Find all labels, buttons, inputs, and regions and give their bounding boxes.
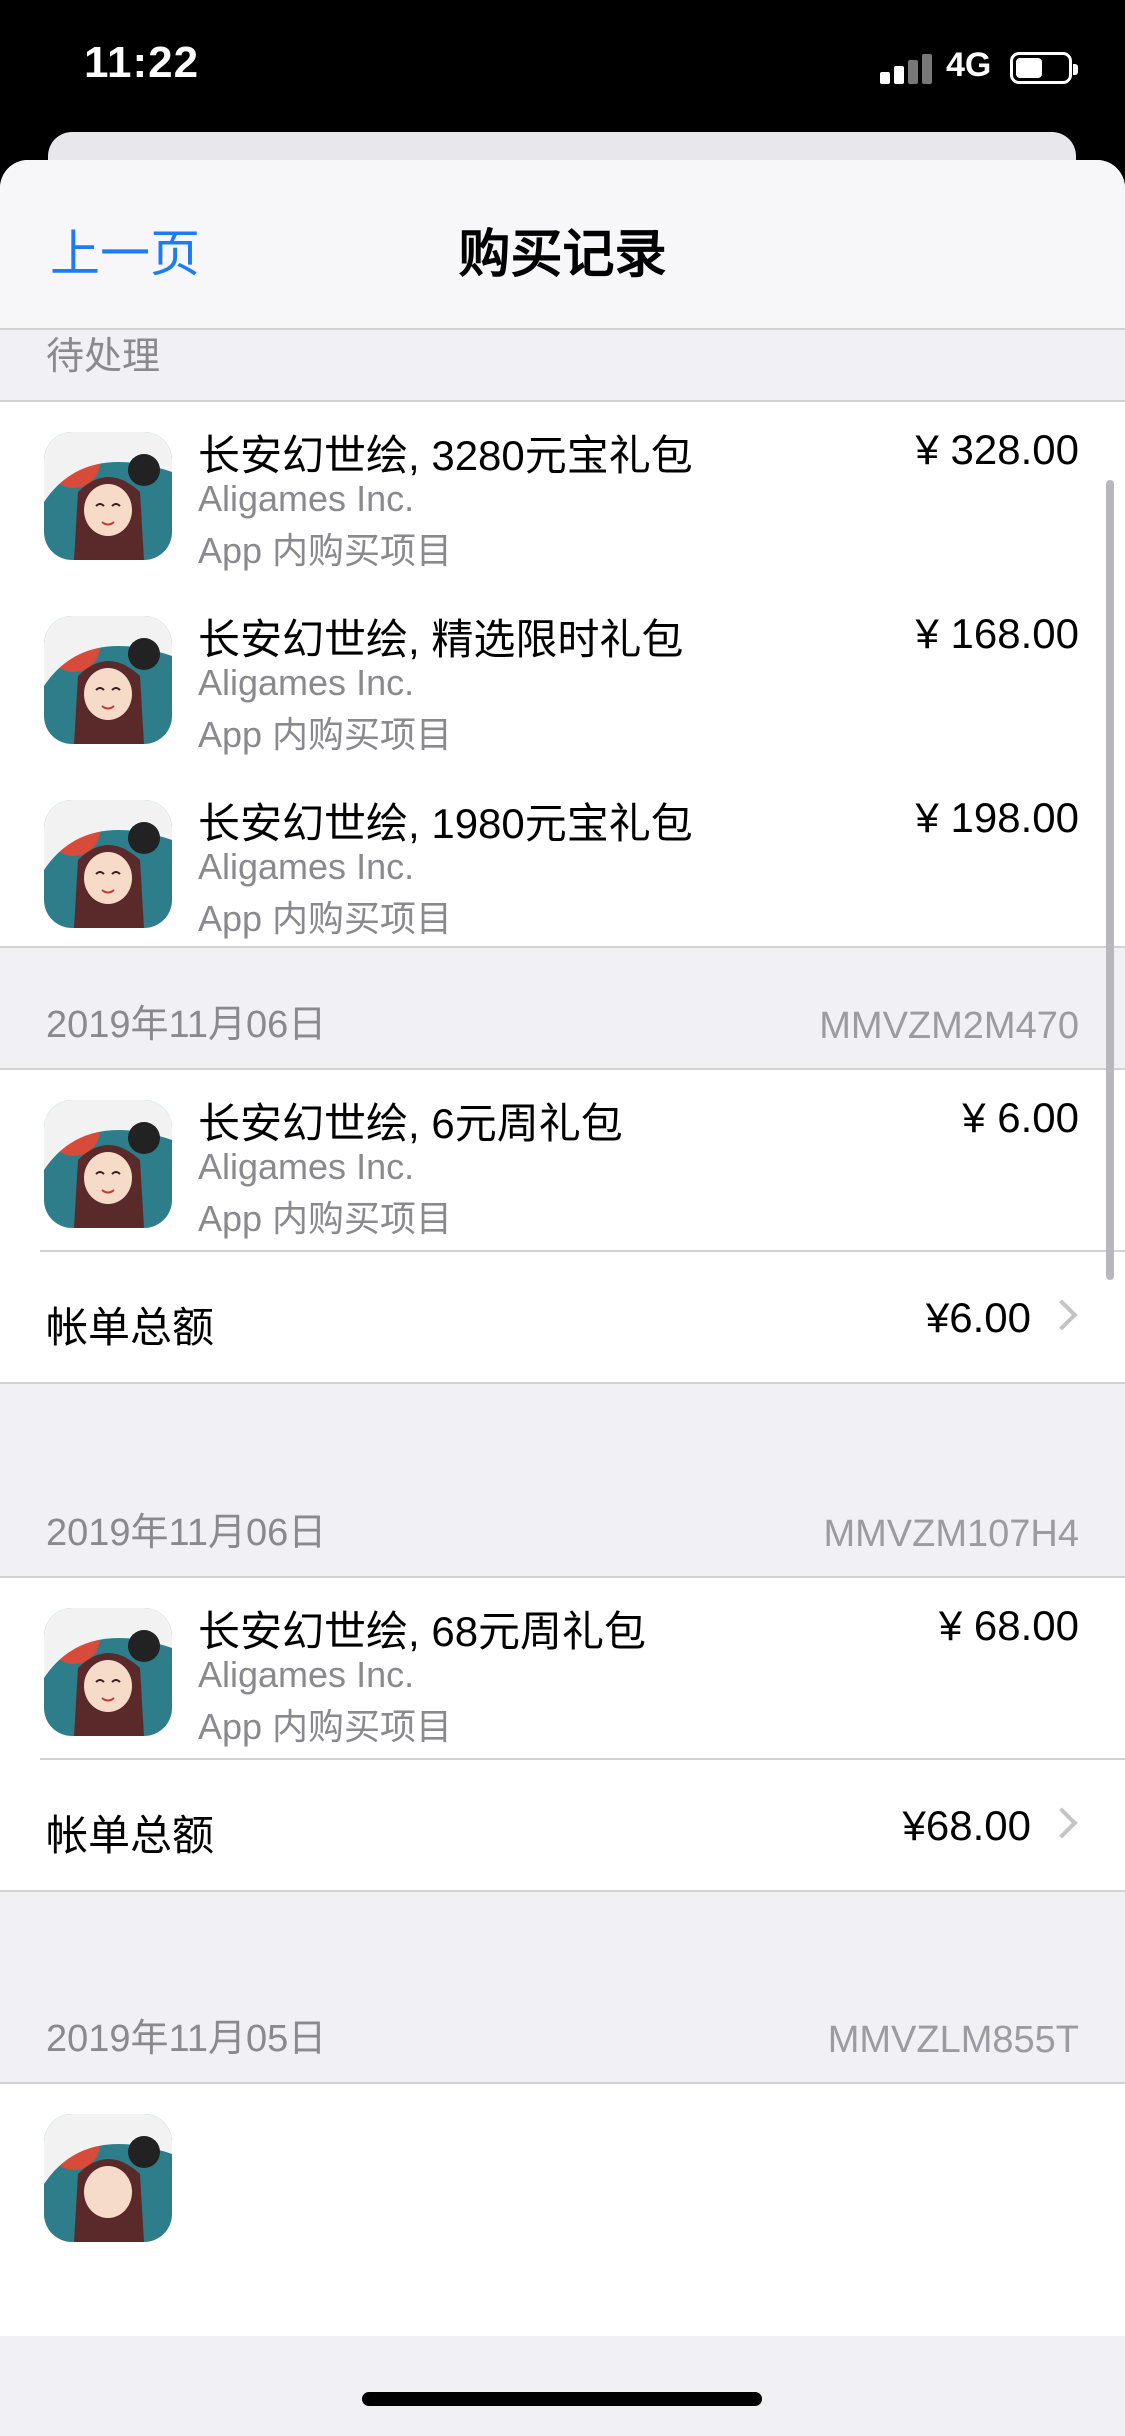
item-developer: Aligames Inc. [198, 478, 415, 519]
order-group: 长安幻世绘, 68元周礼包 Aligames Inc. App 内购买项目 ¥ … [0, 1576, 1125, 1892]
item-title: 长安幻世绘, 3280元宝礼包 [198, 432, 693, 479]
item-price: ¥ 6.00 [962, 1094, 1079, 1141]
game-app-icon [44, 800, 172, 928]
item-type: App 内购买项目 [198, 714, 453, 755]
cellular-signal-icon [880, 52, 936, 84]
list-item[interactable]: 长安幻世绘, 3280元宝礼包 Aligames Inc. App 内购买项目 … [0, 402, 1125, 582]
page-title: 购买记录 [458, 226, 667, 284]
purchase-history-sheet: 上一页 购买记录 待处理 长安幻世绘, 3280元宝礼包 Aligames In… [0, 160, 1125, 2436]
section-header-pending: 待处理 [0, 330, 1125, 400]
section-title: 待处理 [46, 336, 161, 378]
order-id: MMVZM2M470 [819, 1005, 1079, 1047]
item-price: ¥ 168.00 [915, 610, 1080, 657]
list-item[interactable]: 长安幻世绘, 精选限时礼包 Aligames Inc. App 内购买项目 ¥ … [0, 586, 1125, 766]
item-developer: Aligames Inc. [198, 1146, 415, 1187]
order-date: 2019年11月05日 [46, 2018, 327, 2060]
section-header-order: 2019年11月05日 MMVZLM855T [0, 1892, 1125, 2082]
order-group: 长安幻世绘, 6元周礼包 Aligames Inc. App 内购买项目 ¥ 6… [0, 1068, 1125, 1384]
pending-group: 长安幻世绘, 3280元宝礼包 Aligames Inc. App 内购买项目 … [0, 400, 1125, 948]
chevron-right-icon [1046, 1299, 1078, 1331]
game-app-icon [44, 1608, 172, 1736]
item-price: ¥ 68.00 [938, 1602, 1079, 1649]
status-bar: 11:22 4G [0, 0, 1125, 140]
item-developer: Aligames Inc. [198, 662, 415, 703]
item-developer: Aligames Inc. [198, 1654, 415, 1695]
bill-total-value: ¥6.00 [925, 1294, 1031, 1341]
bill-total-row[interactable]: 帐单总额 ¥68.00 [0, 1760, 1125, 1894]
bill-total-label: 帐单总额 [46, 1304, 215, 1351]
bill-total-value: ¥68.00 [902, 1802, 1031, 1849]
list-item[interactable] [0, 2084, 1125, 2264]
chevron-right-icon [1046, 1807, 1078, 1839]
item-type: App 内购买项目 [198, 1198, 453, 1239]
item-developer: Aligames Inc. [198, 846, 415, 887]
bill-total-label: 帐单总额 [46, 1812, 215, 1859]
order-date: 2019年11月06日 [46, 1004, 327, 1046]
item-title: 长安幻世绘, 6元周礼包 [198, 1100, 623, 1147]
game-app-icon [44, 432, 172, 560]
home-indicator[interactable] [362, 2392, 762, 2406]
section-header-order: 2019年11月06日 MMVZM2M470 [0, 948, 1125, 1068]
order-date: 2019年11月06日 [46, 1512, 327, 1554]
order-id: MMVZM107H4 [823, 1513, 1080, 1555]
list-item[interactable]: 长安幻世绘, 68元周礼包 Aligames Inc. App 内购买项目 ¥ … [0, 1578, 1125, 1758]
item-type: App 内购买项目 [198, 898, 453, 939]
list-item[interactable]: 长安幻世绘, 6元周礼包 Aligames Inc. App 内购买项目 ¥ 6… [0, 1070, 1125, 1250]
status-time: 11:22 [84, 38, 200, 87]
item-type: App 内购买项目 [198, 530, 453, 571]
scroll-indicator[interactable] [1106, 480, 1114, 1280]
game-app-icon [44, 2114, 172, 2242]
list-item[interactable]: 长安幻世绘, 1980元宝礼包 Aligames Inc. App 内购买项目 … [0, 770, 1125, 950]
battery-icon [1010, 52, 1078, 84]
item-title: 长安幻世绘, 1980元宝礼包 [198, 800, 693, 847]
order-id: MMVZLM855T [827, 2019, 1079, 2061]
item-price: ¥ 198.00 [915, 794, 1080, 841]
game-app-icon [44, 1100, 172, 1228]
section-header-order: 2019年11月06日 MMVZM107H4 [0, 1384, 1125, 1576]
item-title: 长安幻世绘, 精选限时礼包 [198, 616, 684, 663]
home-area [0, 2336, 1125, 2436]
item-type: App 内购买项目 [198, 1706, 453, 1747]
bill-total-row[interactable]: 帐单总额 ¥6.00 [0, 1252, 1125, 1386]
item-price: ¥ 328.00 [915, 426, 1080, 473]
game-app-icon [44, 616, 172, 744]
navigation-bar: 上一页 购买记录 [0, 160, 1125, 330]
network-type: 4G [946, 46, 992, 84]
item-title: 长安幻世绘, 68元周礼包 [198, 1608, 647, 1655]
